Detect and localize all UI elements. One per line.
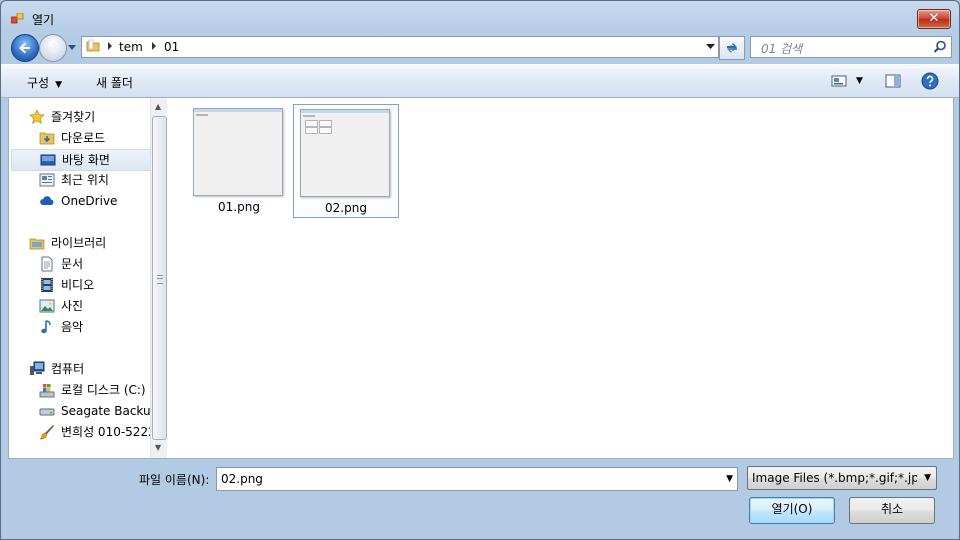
file-list: 01.png 02.png	[167, 98, 953, 458]
file-name: 01.png	[218, 200, 260, 214]
nav-item-label: 최근 위치	[61, 173, 109, 187]
arrow-right-icon	[48, 42, 59, 54]
desktop-icon	[40, 154, 56, 166]
chevron-down-icon[interactable]: ▼	[726, 474, 733, 484]
nav-item-label: 문서	[61, 257, 84, 271]
download-folder-icon	[39, 132, 55, 145]
chevron-down-icon[interactable]	[706, 43, 715, 50]
nav-item-desktop[interactable]: 바탕 화면	[11, 149, 151, 171]
breadcrumb-segment[interactable]: 01	[164, 40, 179, 54]
brush-icon	[39, 425, 54, 440]
breadcrumb-arrow-icon[interactable]	[106, 41, 114, 51]
filename-value: 02.png	[221, 472, 263, 486]
app-icon	[11, 13, 24, 24]
navigation-pane: 즐겨찾기 다운로드 바탕 화면 최근 위치 OneDrive 라이브러리 문서 …	[9, 98, 156, 458]
file-item-02[interactable]: 02.png	[293, 104, 399, 218]
music-note-icon	[41, 320, 51, 334]
nav-item-label: 로컬 디스크 (C:)	[61, 383, 146, 397]
forward-button[interactable]	[39, 34, 67, 62]
nav-item-label: 바탕 화면	[62, 153, 110, 167]
scroll-down-icon[interactable]: ▼	[155, 443, 161, 452]
refresh-icon	[727, 43, 737, 53]
nav-item-label: 사진	[61, 299, 84, 313]
nav-item-label: 비디오	[61, 278, 95, 292]
chevron-down-icon: ▼	[924, 473, 931, 483]
title-bar[interactable]: 열기 ✕	[1, 1, 959, 31]
content-area: 즐겨찾기 다운로드 바탕 화면 최근 위치 OneDrive 라이브러리 문서 …	[8, 97, 954, 459]
help-icon[interactable]	[921, 72, 939, 90]
windows-drive-icon	[39, 384, 55, 398]
film-icon	[41, 278, 53, 292]
picture-icon	[39, 299, 55, 313]
drive-icon	[39, 408, 55, 416]
file-thumbnail	[300, 109, 390, 197]
chevron-down-icon[interactable]: ▼	[856, 76, 863, 86]
file-type-value: Image Files (*.bmp;*.gif;*.jpg;*.	[752, 471, 917, 485]
scroll-up-icon[interactable]: ▲	[155, 102, 161, 111]
grip-icon	[157, 275, 163, 284]
organize-label: 구성	[27, 76, 50, 90]
star-icon	[29, 109, 45, 125]
view-options-icon[interactable]	[831, 73, 847, 89]
search-placeholder: 01 검색	[761, 42, 803, 56]
scrollbar-thumb[interactable]	[152, 116, 167, 440]
new-folder-button[interactable]: 새 폴더	[96, 74, 133, 91]
nav-item-label: 변희성 010-5222	[61, 425, 156, 439]
search-icon[interactable]	[933, 40, 947, 54]
refresh-button[interactable]	[719, 36, 745, 60]
back-button[interactable]	[11, 34, 39, 62]
new-folder-label: 새 폴더	[96, 76, 133, 90]
window-title: 열기	[32, 13, 55, 27]
address-bar[interactable]: tem 01	[81, 36, 719, 58]
chevron-down-icon: ▼	[55, 80, 63, 90]
breadcrumb-segment[interactable]: tem	[119, 40, 143, 54]
arrow-left-icon	[19, 42, 30, 54]
file-name: 02.png	[325, 201, 367, 215]
cloud-icon	[40, 196, 54, 205]
close-icon: ✕	[928, 11, 940, 26]
breadcrumb-arrow-icon[interactable]	[150, 41, 158, 51]
folder-icon	[86, 39, 100, 52]
nav-item-label: OneDrive	[61, 194, 118, 208]
close-button[interactable]: ✕	[917, 9, 951, 29]
cancel-button[interactable]: 취소	[849, 497, 935, 524]
nav-item-label: Seagate Backup	[61, 404, 156, 418]
nav-item-label: 음악	[61, 320, 84, 334]
nav-item-label: 다운로드	[61, 131, 106, 145]
preview-pane-icon[interactable]	[885, 73, 901, 89]
filename-field[interactable]: 02.png ▼	[216, 467, 738, 491]
search-input[interactable]: 01 검색	[750, 36, 952, 58]
recent-places-icon	[39, 173, 55, 187]
nav-group-label: 즐겨찾기	[51, 110, 96, 124]
command-bar: 구성 ▼ 새 폴더 ▼	[1, 64, 959, 98]
open-file-dialog: 열기 ✕ tem 01 01 검색 구성 ▼ 새 폴더 ▼ 즐겨찾기 다운로드 …	[0, 0, 960, 540]
file-thumbnail	[193, 108, 283, 196]
open-button[interactable]: 열기(O)	[749, 497, 835, 524]
file-item-01[interactable]: 01.png	[187, 104, 291, 216]
nav-group-label: 컴퓨터	[51, 362, 85, 376]
computer-icon	[30, 361, 45, 375]
recent-pages-dropdown-icon[interactable]	[67, 42, 77, 52]
library-icon	[29, 238, 45, 250]
nav-pane-scrollbar[interactable]: ▲ ▼	[150, 98, 167, 458]
document-icon	[41, 256, 53, 272]
nav-group-label: 라이브러리	[51, 236, 107, 250]
filename-label: 파일 이름(N):	[139, 473, 210, 487]
file-type-select[interactable]: Image Files (*.bmp;*.gif;*.jpg;*. ▼	[747, 466, 937, 490]
organize-button[interactable]: 구성 ▼	[27, 74, 62, 91]
